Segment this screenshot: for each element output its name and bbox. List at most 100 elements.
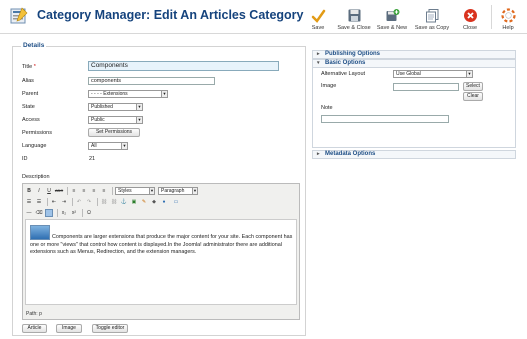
chevron-down-icon: ▼ xyxy=(136,117,142,123)
alias-input[interactable]: components xyxy=(88,77,215,85)
required-marker: * xyxy=(33,64,36,70)
editor-divider xyxy=(67,186,68,195)
save-as-copy-button[interactable]: Save as Copy xyxy=(412,3,452,31)
state-select[interactable]: Published ▼ xyxy=(88,103,143,111)
state-label: State xyxy=(22,104,35,110)
permissions-label: Permissions xyxy=(22,130,52,136)
italic-icon[interactable]: I xyxy=(35,187,43,195)
align-left-icon[interactable]: ≡ xyxy=(70,187,78,195)
save-button[interactable]: Save xyxy=(300,3,336,31)
toggle-editor-button[interactable]: Toggle editor xyxy=(92,324,128,333)
subscript-icon[interactable]: x₂ xyxy=(60,209,68,217)
strikethrough-icon[interactable]: ABC xyxy=(55,187,63,195)
indent-icon[interactable]: ⇥ xyxy=(60,198,68,206)
chevron-down-icon: ▼ xyxy=(192,187,197,194)
chevron-down-icon: ▼ xyxy=(161,91,167,97)
visual-aid-icon[interactable] xyxy=(45,208,53,217)
basic-options-body: Alternative Layout Use Global ▼ Image Se… xyxy=(312,68,516,148)
html-icon[interactable]: ▭ xyxy=(170,198,182,206)
editor-content-area[interactable]: Components are larger extensions that pr… xyxy=(25,219,297,305)
save-new-icon xyxy=(386,9,399,21)
help-button[interactable]: Help xyxy=(495,3,521,31)
editor-toolbar-row-2: ☰ ☰ ⇤ ⇥ ↶ ↷ ⛓ ⛓ ⚓ ▣ ✎ ◆ ● ▭ xyxy=(25,196,184,207)
title-input[interactable]: Components xyxy=(88,61,279,71)
editor-toolbar-row-3: — ⌫ x₂ x² Ω xyxy=(25,207,95,218)
toolbar-divider xyxy=(491,5,492,29)
unlink-icon[interactable]: ⛓ xyxy=(110,198,118,206)
image-icon[interactable]: ▣ xyxy=(130,198,138,206)
link-icon[interactable]: ⛓ xyxy=(100,198,108,206)
align-right-icon[interactable]: ≡ xyxy=(90,187,98,195)
align-justify-icon[interactable]: ≡ xyxy=(100,187,108,195)
chevron-down-icon: ▾ xyxy=(317,60,320,66)
details-fieldset: Details Title * Components Alias compone… xyxy=(12,42,306,336)
note-input[interactable] xyxy=(321,115,449,123)
close-button[interactable]: Close xyxy=(452,3,488,31)
bullet-list-icon[interactable]: ☰ xyxy=(25,198,33,206)
help-circle-icon[interactable]: ● xyxy=(160,198,168,206)
page-title: Category Manager: Edit An Articles Categ… xyxy=(37,8,304,22)
set-permissions-button[interactable]: Set Permissions xyxy=(88,128,140,137)
alternative-layout-select[interactable]: Use Global ▼ xyxy=(393,70,473,78)
cleanup-icon[interactable]: ✎ xyxy=(140,198,148,206)
editor-text: Components are larger extensions that pr… xyxy=(30,234,293,255)
page-header: Category Manager: Edit An Articles Categ… xyxy=(0,0,527,34)
metadata-options-header[interactable]: ▸ Metadata Options xyxy=(312,150,516,159)
floppy-disk-icon xyxy=(348,9,360,22)
superscript-icon[interactable]: x² xyxy=(70,209,78,217)
language-select[interactable]: All ▼ xyxy=(88,142,128,150)
image-button[interactable]: Image xyxy=(56,324,82,333)
editor-divider xyxy=(97,197,98,206)
id-value: 21 xyxy=(89,156,96,162)
language-label: Language xyxy=(22,143,47,149)
bold-icon[interactable]: B xyxy=(25,187,33,195)
horizontal-rule-icon[interactable]: — xyxy=(25,209,33,217)
select-image-button[interactable]: Select xyxy=(463,82,483,91)
editor-divider xyxy=(112,186,113,195)
alternative-layout-label: Alternative Layout xyxy=(321,71,366,77)
copy-icon xyxy=(425,9,438,23)
category-manager-icon xyxy=(10,7,28,24)
article-button[interactable]: Article xyxy=(22,324,47,333)
editor-divider xyxy=(72,197,73,206)
parent-select[interactable]: - - - - Extensions ▼ xyxy=(88,90,168,98)
remove-format-icon[interactable]: ⌫ xyxy=(35,209,43,217)
redo-icon[interactable]: ↷ xyxy=(85,198,93,206)
note-label: Note xyxy=(321,105,333,111)
styles-select[interactable]: Styles ▼ xyxy=(115,186,155,195)
image-input[interactable] xyxy=(393,83,459,91)
alias-label: Alias xyxy=(22,78,34,84)
undo-icon[interactable]: ↶ xyxy=(75,198,83,206)
access-select[interactable]: Public ▼ xyxy=(88,116,143,124)
id-label: ID xyxy=(22,156,28,162)
basic-options-header[interactable]: ▾ Basic Options xyxy=(312,59,516,68)
rich-text-editor: B I U ABC ≡ ≡ ≡ ≡ Styles ▼ Paragraph ▼ ☰… xyxy=(22,183,300,320)
save-close-button[interactable]: Save & Close xyxy=(336,3,372,31)
title-label: Title * xyxy=(22,64,36,70)
align-center-icon[interactable]: ≡ xyxy=(80,187,88,195)
details-legend: Details xyxy=(21,42,47,49)
image-label: Image xyxy=(321,83,337,89)
chevron-down-icon: ▼ xyxy=(466,71,472,77)
outdent-icon[interactable]: ⇤ xyxy=(50,198,58,206)
underline-icon[interactable]: U xyxy=(45,187,53,195)
anchor-icon[interactable]: ⚓ xyxy=(120,198,128,206)
editor-toolbar-row-1: B I U ABC ≡ ≡ ≡ ≡ Styles ▼ Paragraph ▼ xyxy=(25,185,201,196)
editor-divider xyxy=(57,208,58,217)
editor-divider xyxy=(82,208,83,217)
editor-path: Path: p xyxy=(26,311,42,317)
publishing-options-header[interactable]: ▸ Publishing Options xyxy=(312,50,516,59)
special-character-icon[interactable]: Ω xyxy=(85,209,93,217)
code-icon[interactable]: ◆ xyxy=(150,198,158,206)
toolbar: Save Save & Close Save & New Save as Cop… xyxy=(300,3,521,31)
options-panel: ▸ Publishing Options ▾ Basic Options Alter… xyxy=(312,50,516,159)
chevron-down-icon: ▼ xyxy=(121,143,127,149)
save-new-button[interactable]: Save & New xyxy=(372,3,412,31)
parent-label: Parent xyxy=(22,91,39,97)
clear-image-button[interactable]: Clear xyxy=(463,92,483,101)
save-icon xyxy=(311,9,325,23)
chevron-right-icon: ▸ xyxy=(317,51,320,57)
chevron-down-icon: ▼ xyxy=(136,104,142,110)
format-select[interactable]: Paragraph ▼ xyxy=(158,186,198,195)
numbered-list-icon[interactable]: ☰ xyxy=(35,198,43,206)
